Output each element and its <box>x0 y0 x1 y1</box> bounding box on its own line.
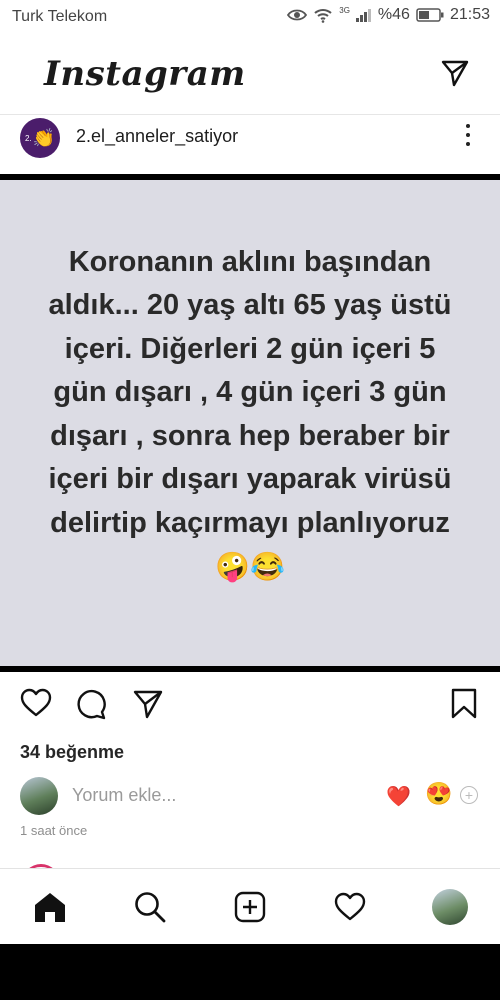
signal-icon <box>355 9 371 22</box>
likes-count[interactable]: 34 beğenme <box>20 742 124 763</box>
nav-activity[interactable] <box>332 889 368 925</box>
bookmark-icon[interactable] <box>450 688 478 720</box>
carrier-name: Turk Telekom <box>12 8 108 25</box>
nav-search[interactable] <box>132 889 168 925</box>
network-type: 3G <box>339 5 350 15</box>
nav-profile-avatar[interactable] <box>432 889 468 925</box>
add-post-icon <box>234 891 266 923</box>
bottom-navigation <box>0 868 500 945</box>
battery-percent: %46 <box>377 6 410 23</box>
post-header: 2. 👏 2.el_anneler_satiyor <box>0 114 500 160</box>
system-navigation-bar <box>0 944 500 1000</box>
clock: 21:53 <box>449 6 490 23</box>
nav-home[interactable] <box>32 889 68 925</box>
post-actions <box>0 686 500 730</box>
heart-reaction-icon[interactable]: ❤️ <box>386 784 411 809</box>
wifi-icon <box>314 9 332 23</box>
status-icons: 3G %46 21:53 <box>287 6 490 24</box>
nav-new-post[interactable] <box>232 889 268 925</box>
heart-eyes-reaction-icon[interactable]: 😍 <box>425 781 452 807</box>
post-image-text: Koronanın aklını başından aldık... 20 ya… <box>40 241 460 590</box>
post-timestamp: 1 saat önce <box>20 823 88 838</box>
heart-icon <box>334 892 366 921</box>
post-username[interactable]: 2.el_anneler_satiyor <box>76 126 238 147</box>
comment-row: Yorum ekle... ❤️ 😍 + <box>0 775 500 815</box>
eye-icon <box>287 9 308 21</box>
post-image-content: Koronanın aklını başından aldık... 20 ya… <box>0 180 500 666</box>
post-image[interactable]: Koronanın aklını başından aldık... 20 ya… <box>0 174 500 672</box>
home-icon <box>35 893 65 922</box>
battery-icon <box>416 8 444 22</box>
clapping-hands-icon: 👏 <box>32 127 56 148</box>
post-image-message: Koronanın aklını başından aldık... 20 ya… <box>48 245 452 539</box>
like-heart-icon[interactable] <box>20 688 52 718</box>
app-header: Instagram <box>0 34 500 114</box>
instagram-logo[interactable]: Instagram <box>44 54 246 94</box>
comment-icon[interactable] <box>76 688 108 720</box>
share-icon[interactable] <box>132 688 164 720</box>
send-icon[interactable] <box>440 58 470 88</box>
more-options-icon[interactable] <box>464 124 472 150</box>
post-avatar[interactable]: 2. 👏 <box>20 118 60 158</box>
comment-input[interactable]: Yorum ekle... <box>72 785 176 806</box>
laughing-emoji-icon: 🤪😂 <box>215 551 285 582</box>
add-reaction-icon[interactable]: + <box>460 786 478 804</box>
status-bar: Turk Telekom 3G %46 21:53 <box>0 0 500 34</box>
search-icon <box>135 892 166 923</box>
avatar-label: 2. <box>24 133 32 143</box>
current-user-avatar <box>20 777 58 815</box>
